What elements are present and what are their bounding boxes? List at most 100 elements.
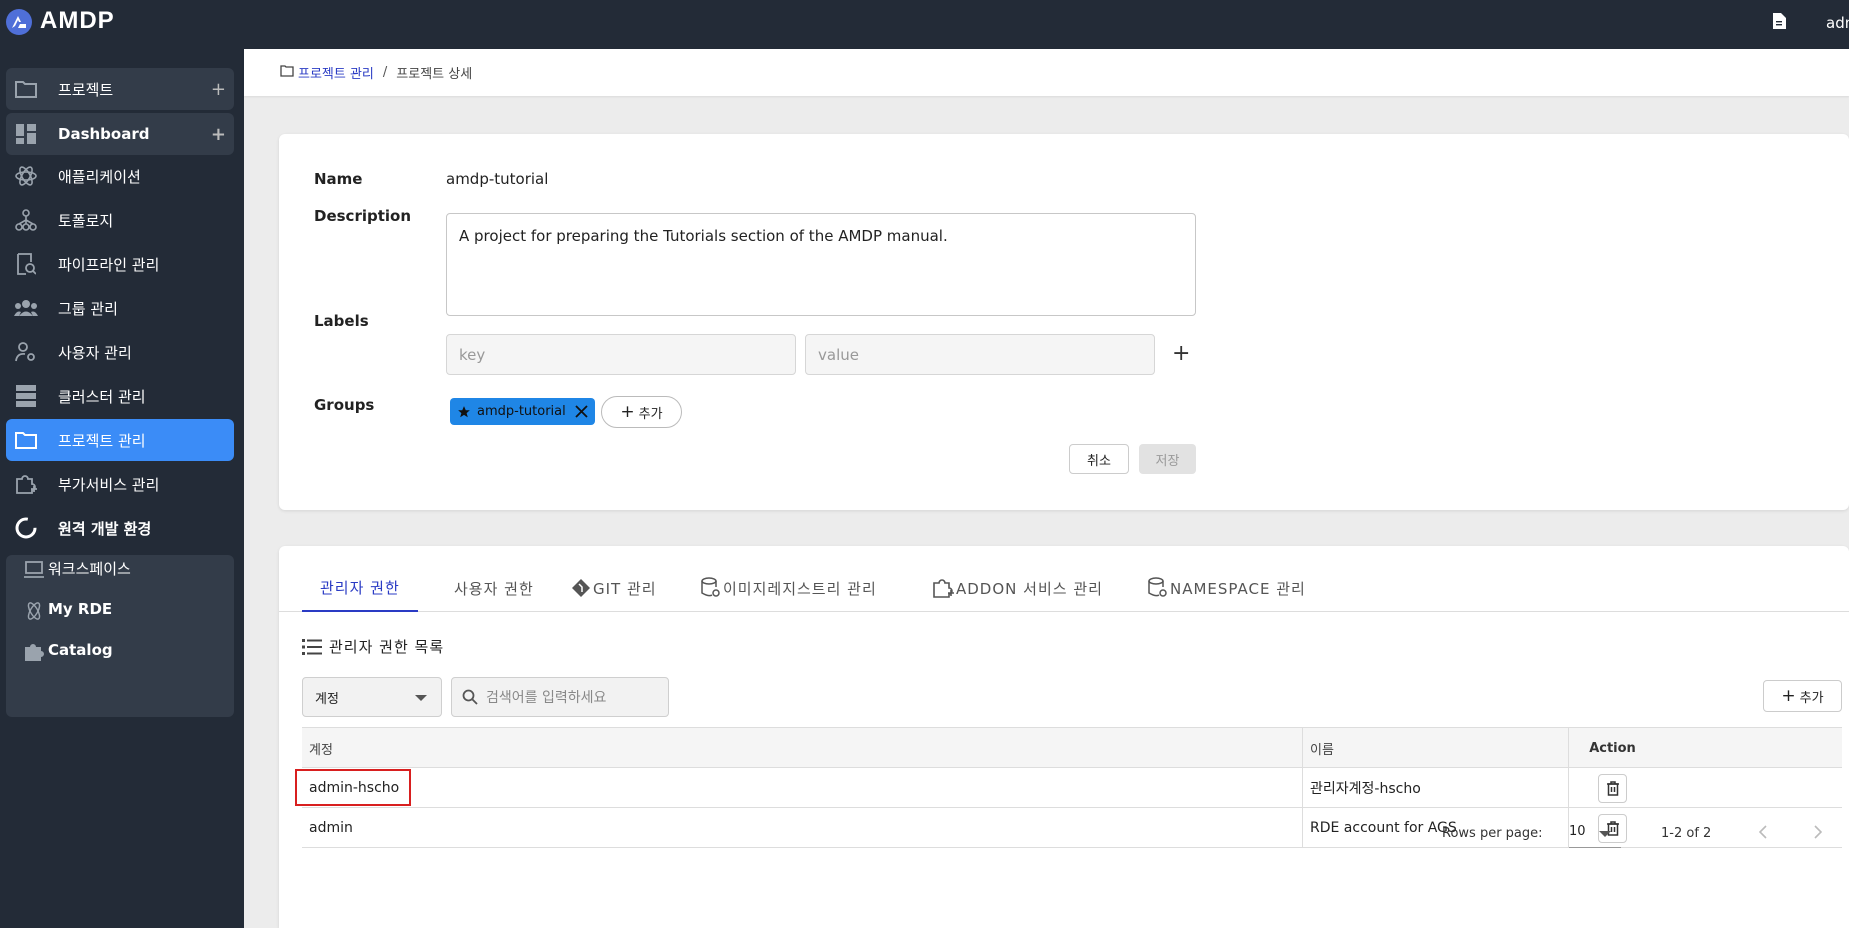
filter-select[interactable]: 계정 [302,677,442,717]
add-dashboard-icon[interactable]: + [211,124,226,145]
sidebar-item-label: 클러스터 관리 [58,387,146,406]
add-admin-button[interactable]: + 추가 [1763,680,1842,712]
app-name[interactable]: AMDP [40,7,115,35]
sidebar-item-project[interactable]: 프로젝트 + [6,68,234,110]
name-label: Name [314,170,363,188]
cancel-button[interactable]: 취소 [1069,444,1129,474]
sidebar-item-label: 프로젝트 관리 [58,431,146,450]
add-project-icon[interactable]: + [211,79,226,100]
column-header-name[interactable]: 이름 [1302,728,1568,768]
atom-icon [14,165,38,187]
folder-icon [280,64,294,81]
breadcrumb: 프로젝트 관리 / 프로젝트 상세 [280,63,472,82]
tab-admin-permission[interactable]: 관리자 권한 [302,564,418,612]
sidebar-item-my-rde[interactable]: My RDE [6,590,234,628]
sidebar-item-label: 부가서비스 관리 [58,475,160,494]
sidebar-item-label: 사용자 관리 [58,343,132,362]
sidebar-item-label: 토폴로지 [58,211,114,230]
labels-label: Labels [314,312,369,330]
sidebar-item-addon-service[interactable]: 부가서비스 관리 [6,463,234,505]
puzzle-plus-icon [14,473,38,495]
table-header: 계정 이름 Action [302,728,1842,768]
document-icon[interactable] [1772,13,1786,33]
sidebar: 프로젝트 + Dashboard + 애플리케이션 토폴로지 파이프라인 관리 … [0,49,244,928]
amdp-logo-icon[interactable] [6,9,32,35]
group-icon [14,297,38,319]
sidebar-item-label: 그룹 관리 [58,299,118,318]
tab-user-permission[interactable]: 사용자 권한 [444,564,544,612]
sidebar-item-label: 프로젝트 [58,80,114,99]
chevron-down-icon [415,695,427,701]
sidebar-item-catalog[interactable]: Catalog [6,631,234,669]
tab-namespace[interactable]: NAMESPACE 관리 [1148,564,1306,612]
account-cell: admin-hscho [309,780,400,796]
sidebar-item-remote-dev[interactable]: 원격 개발 환경 [6,507,234,549]
sidebar-item-label: 애플리케이션 [58,167,141,186]
star-icon [457,405,471,419]
tab-addon-service[interactable]: ADDON 서비스 관리 [932,564,1103,612]
next-page-icon[interactable] [1814,825,1823,843]
folder-icon [14,429,38,451]
sidebar-item-label: 파이프라인 관리 [58,255,160,274]
sidebar-item-topology[interactable]: 토폴로지 [6,199,234,241]
groups-label: Groups [314,396,375,414]
sidebar-item-application[interactable]: 애플리케이션 [6,155,234,197]
sidebar-item-label: 원격 개발 환경 [58,519,152,538]
prev-page-icon[interactable] [1758,825,1767,843]
tab-git[interactable]: GIT 관리 [571,564,657,612]
user-gear-icon [14,341,38,363]
table-row[interactable]: admin-hscho 관리자계정-hscho [295,768,1842,808]
label-key-input[interactable]: key [446,334,796,375]
list-icon [302,638,322,656]
permissions-card: 관리자 권한 사용자 권한 GIT 관리 이미지레지스트리 관리 ADDON 서… [279,546,1849,928]
group-chip: amdp-tutorial [450,398,595,425]
label-value-input[interactable]: value [805,334,1155,375]
sidebar-item-group[interactable]: 그룹 관리 [6,287,234,329]
sidebar-item-label: My RDE [48,600,113,618]
user-name[interactable]: adm [1826,14,1849,32]
sidebar-item-project-management[interactable]: 프로젝트 관리 [6,419,234,461]
delete-button[interactable] [1598,773,1627,803]
tab-bar: 관리자 권한 사용자 권한 GIT 관리 이미지레지스트리 관리 ADDON 서… [279,564,1849,612]
loading-ring-icon [14,517,38,539]
git-icon [571,578,593,598]
sidebar-item-pipeline[interactable]: 파이프라인 관리 [6,243,234,285]
sidebar-item-cluster[interactable]: 클러스터 관리 [6,375,234,417]
add-group-button[interactable]: + 추가 [601,396,682,428]
project-name-value: amdp-tutorial [446,170,549,188]
save-button[interactable]: 저장 [1139,444,1196,474]
database-gear-icon [701,577,723,599]
sidebar-item-user[interactable]: 사용자 관리 [6,331,234,373]
server-icon [14,385,38,407]
remove-group-icon[interactable] [575,405,588,418]
description-label: Description [314,207,412,225]
add-label-button[interactable]: + [1172,341,1190,366]
action-cell [1568,768,1656,808]
dashboard-icon [14,123,38,145]
search-icon [462,689,478,705]
page-header: 프로젝트 관리 / 프로젝트 상세 [244,49,1849,96]
sidebar-item-dashboard[interactable]: Dashboard + [6,113,234,155]
puzzle-icon [22,641,46,663]
sidebar-item-label: Catalog [48,641,113,659]
database-gear-icon [1148,577,1170,599]
tab-image-registry[interactable]: 이미지레지스트리 관리 [701,564,877,612]
laptop-icon [22,559,46,581]
account-cell: admin [309,820,353,836]
atom-icon [22,600,46,622]
breadcrumb-link-project-management[interactable]: 프로젝트 관리 [298,63,374,82]
breadcrumb-separator: / [382,65,388,80]
plus-icon: + [620,402,635,422]
search-input[interactable]: 검색어를 입력하세요 [451,677,669,717]
column-header-action: Action [1568,728,1656,768]
project-detail-card: Name amdp-tutorial Description A project… [279,134,1849,510]
list-title: 관리자 권한 목록 [302,636,444,657]
column-header-account[interactable]: 계정 [302,728,1302,768]
name-cell: 관리자계정-hscho [1302,768,1568,808]
sidebar-item-workspace[interactable]: 워크스페이스 [6,549,234,587]
rows-per-page-select[interactable]: 10 [1569,818,1621,848]
top-bar: AMDP adm [0,0,1849,49]
description-field[interactable]: A project for preparing the Tutorials se… [446,213,1196,316]
folder-icon [14,78,38,100]
puzzle-plus-icon [932,577,956,599]
